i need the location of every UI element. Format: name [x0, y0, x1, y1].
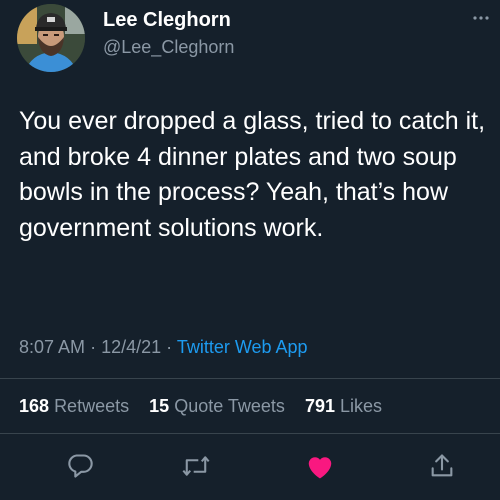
quotes-label: Quote Tweets [174, 396, 285, 416]
likes-count: 791 [304, 396, 335, 416]
divider [0, 378, 500, 379]
tweet-time[interactable]: 8:07 AM [19, 337, 85, 357]
tweet-meta: 8:07 AM · 12/4/21 · Twitter Web App [19, 337, 308, 358]
tweet-stats: 168 Retweets 15 Quote Tweets 791 Likes [19, 396, 382, 417]
quotes-count: 15 [149, 396, 170, 416]
reply-button[interactable] [62, 448, 98, 484]
tweet-text: You ever dropped a glass, tried to catch… [19, 107, 486, 242]
divider [0, 433, 500, 434]
avatar[interactable] [17, 4, 85, 72]
tweet-date[interactable]: 12/4/21 [101, 337, 161, 357]
retweets-count: 168 [19, 396, 50, 416]
tweet-source[interactable]: Twitter Web App [177, 337, 308, 357]
share-icon [431, 454, 453, 477]
display-name[interactable]: Lee Cleghorn [103, 9, 231, 32]
share-button[interactable] [424, 448, 460, 484]
reply-icon [68, 454, 93, 478]
like-heart-icon [308, 457, 332, 479]
meta-separator: · [90, 337, 97, 357]
more-dots-icon[interactable] [472, 8, 490, 26]
avatar-photo [17, 4, 85, 72]
retweets-label: Retweets [54, 396, 130, 416]
retweets-stat[interactable]: 168 Retweets [19, 396, 134, 416]
user-handle[interactable]: @Lee_Cleghorn [103, 37, 234, 58]
meta-separator: · [166, 337, 173, 357]
retweet-icon [182, 456, 210, 476]
like-button[interactable] [302, 448, 338, 484]
quotes-stat[interactable]: 15 Quote Tweets [149, 396, 290, 416]
tweet: Lee Cleghorn @Lee_Cleghorn You ever drop… [0, 0, 500, 500]
retweet-button[interactable] [178, 448, 214, 484]
likes-label: Likes [340, 396, 383, 416]
likes-stat[interactable]: 791 Likes [305, 396, 382, 416]
